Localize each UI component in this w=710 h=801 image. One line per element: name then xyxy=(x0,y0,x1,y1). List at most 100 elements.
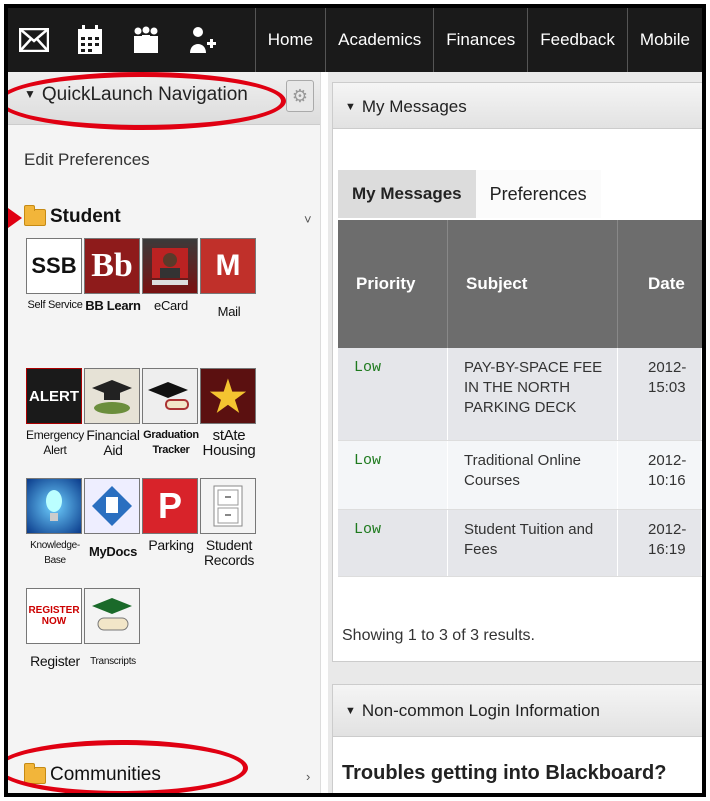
blackboard-icon: Bb xyxy=(84,238,140,294)
app-label: Graduation Tracker xyxy=(143,429,199,456)
quicklaunch-sidebar: ▼ QuickLaunch Navigation ⚙ Edit Preferenc… xyxy=(8,72,321,793)
app-label: BB Learn xyxy=(85,298,141,313)
ssb-icon: SSB xyxy=(26,238,82,294)
app-label: Emergency Alert xyxy=(26,428,84,457)
app-transcripts[interactable]: Transcripts xyxy=(84,588,142,669)
troubles-heading: Troubles getting into Blackboard? xyxy=(342,762,667,784)
priority-cell: Low xyxy=(338,441,448,509)
tab-my-messages[interactable]: My Messages xyxy=(338,170,476,218)
app-graduation-tracker[interactable]: Graduation Tracker xyxy=(142,368,200,458)
table-row[interactable]: Low PAY-BY-SPACE FEE IN THE NORTH PARKIN… xyxy=(338,348,702,441)
app-label: MyDocs xyxy=(88,544,138,559)
file-cabinet-icon xyxy=(200,478,256,534)
quicklaunch-title-text: QuickLaunch Navigation xyxy=(41,84,248,105)
app-label: Register xyxy=(30,653,80,669)
nav-home[interactable]: Home xyxy=(254,8,325,72)
calendar-icon[interactable] xyxy=(72,22,108,58)
app-financial-aid[interactable]: Financial Aid xyxy=(84,368,142,458)
login-info-header[interactable]: ▼ Non-common Login Information xyxy=(333,685,702,737)
chevron-right-icon[interactable]: › xyxy=(306,769,310,784)
subject-cell[interactable]: PAY-BY-SPACE FEE IN THE NORTH PARKING DE… xyxy=(448,348,618,440)
student-folder-label: Student xyxy=(50,206,121,227)
app-mail[interactable]: M Mail xyxy=(200,238,258,319)
lightbulb-icon xyxy=(26,478,82,534)
app-label: Transcripts xyxy=(90,656,136,667)
nav-feedback[interactable]: Feedback xyxy=(527,8,627,72)
app-mydocs[interactable]: MyDocs xyxy=(84,478,142,559)
app-label: Mail xyxy=(217,304,241,319)
main-content: ▼ My Messages My Messages Preferences Pri… xyxy=(328,72,702,793)
tab-preferences[interactable]: Preferences xyxy=(475,170,601,218)
parking-icon: P xyxy=(142,478,198,534)
collapse-triangle-icon: ▼ xyxy=(345,705,356,717)
portal-window: Home Academics Finances Feedback Mobile … xyxy=(4,4,706,797)
settings-icon[interactable]: ⚙ xyxy=(286,80,314,112)
date-cell: 2012- 15:03 xyxy=(618,348,702,440)
quicklaunch-title[interactable]: ▼ QuickLaunch Navigation xyxy=(24,84,248,106)
nav-academics[interactable]: Academics xyxy=(325,8,433,72)
emergency-alert-icon: ALERT xyxy=(26,368,82,424)
column-date[interactable]: Date xyxy=(618,220,702,348)
app-ecard[interactable]: eCard xyxy=(142,238,200,313)
document-diamond-icon xyxy=(84,478,140,534)
table-header: Priority Subject Date xyxy=(338,220,702,348)
panel-title: Non-common Login Information xyxy=(361,701,601,720)
date-cell: 2012- 16:19 xyxy=(618,510,702,576)
people-icon[interactable] xyxy=(128,22,164,58)
folder-icon xyxy=(24,204,46,226)
app-register[interactable]: REGISTER NOW Register xyxy=(26,588,84,669)
add-user-icon[interactable] xyxy=(184,22,220,58)
nav-mobile[interactable]: Mobile xyxy=(626,8,702,72)
collapse-triangle-icon: ▼ xyxy=(345,101,356,113)
column-subject[interactable]: Subject xyxy=(448,220,618,348)
folder-icon xyxy=(24,762,46,784)
app-label: eCard xyxy=(154,298,188,313)
collapse-triangle-icon: ▼ xyxy=(24,87,36,101)
quicklaunch-header[interactable]: ▼ QuickLaunch Navigation ⚙ xyxy=(8,72,320,125)
app-parking[interactable]: P Parking xyxy=(142,478,200,553)
table-row[interactable]: Low Student Tuition and Fees 2012- 16:19 xyxy=(338,510,702,577)
panel-title: My Messages xyxy=(361,97,467,116)
student-folder[interactable]: Student xyxy=(24,204,121,228)
register-now-icon: REGISTER NOW xyxy=(26,588,82,644)
app-emergency-alert[interactable]: ALERT Emergency Alert xyxy=(26,368,84,458)
star-icon: ★ xyxy=(200,368,256,424)
column-priority[interactable]: Priority xyxy=(338,220,448,348)
app-state-housing[interactable]: ★ stAte Housing xyxy=(200,368,258,458)
priority-cell: Low xyxy=(338,348,448,440)
app-label: stAte Housing xyxy=(202,427,256,459)
results-summary: Showing 1 to 3 of 3 results. xyxy=(342,627,535,644)
app-self-service[interactable]: SSB Self Service xyxy=(26,238,84,313)
ecard-icon xyxy=(142,238,198,294)
communities-folder[interactable]: Communities xyxy=(24,762,161,786)
messages-tabs: My Messages Preferences xyxy=(338,170,601,218)
annotation-arrow-icon xyxy=(8,208,22,228)
app-bb-learn[interactable]: Bb BB Learn xyxy=(84,238,142,313)
priority-cell: Low xyxy=(338,510,448,576)
app-label: Self Service xyxy=(27,299,83,311)
graduation-cap-icon xyxy=(142,368,198,424)
top-bar: Home Academics Finances Feedback Mobile xyxy=(8,8,702,72)
date-cell: 2012- 10:16 xyxy=(618,441,702,509)
mail-icon[interactable] xyxy=(16,22,52,58)
gmail-icon: M xyxy=(200,238,256,294)
app-knowledge-base[interactable]: Knowledge-Base xyxy=(26,478,84,568)
graduation-money-icon xyxy=(84,368,140,424)
chevron-down-icon[interactable]: ˅ xyxy=(304,212,312,227)
messages-table: Priority Subject Date Low PAY-BY-SPACE F… xyxy=(338,220,702,577)
subject-cell[interactable]: Student Tuition and Fees xyxy=(448,510,618,576)
app-student-records[interactable]: Student Records xyxy=(200,478,258,568)
app-label: Student Records xyxy=(203,537,255,568)
top-icon-bar xyxy=(8,8,255,72)
app-label: Knowledge-Base xyxy=(30,540,80,566)
diploma-icon xyxy=(84,588,140,644)
table-row[interactable]: Low Traditional Online Courses 2012- 10:… xyxy=(338,441,702,510)
communities-folder-label: Communities xyxy=(50,764,161,785)
app-label: Financial Aid xyxy=(86,427,140,458)
app-label: Parking xyxy=(148,537,194,553)
edit-preferences-link[interactable]: Edit Preferences xyxy=(24,150,150,170)
top-nav: Home Academics Finances Feedback Mobile xyxy=(254,8,702,72)
my-messages-header[interactable]: ▼ My Messages xyxy=(333,83,702,129)
subject-cell[interactable]: Traditional Online Courses xyxy=(448,441,618,509)
nav-finances[interactable]: Finances xyxy=(433,8,527,72)
